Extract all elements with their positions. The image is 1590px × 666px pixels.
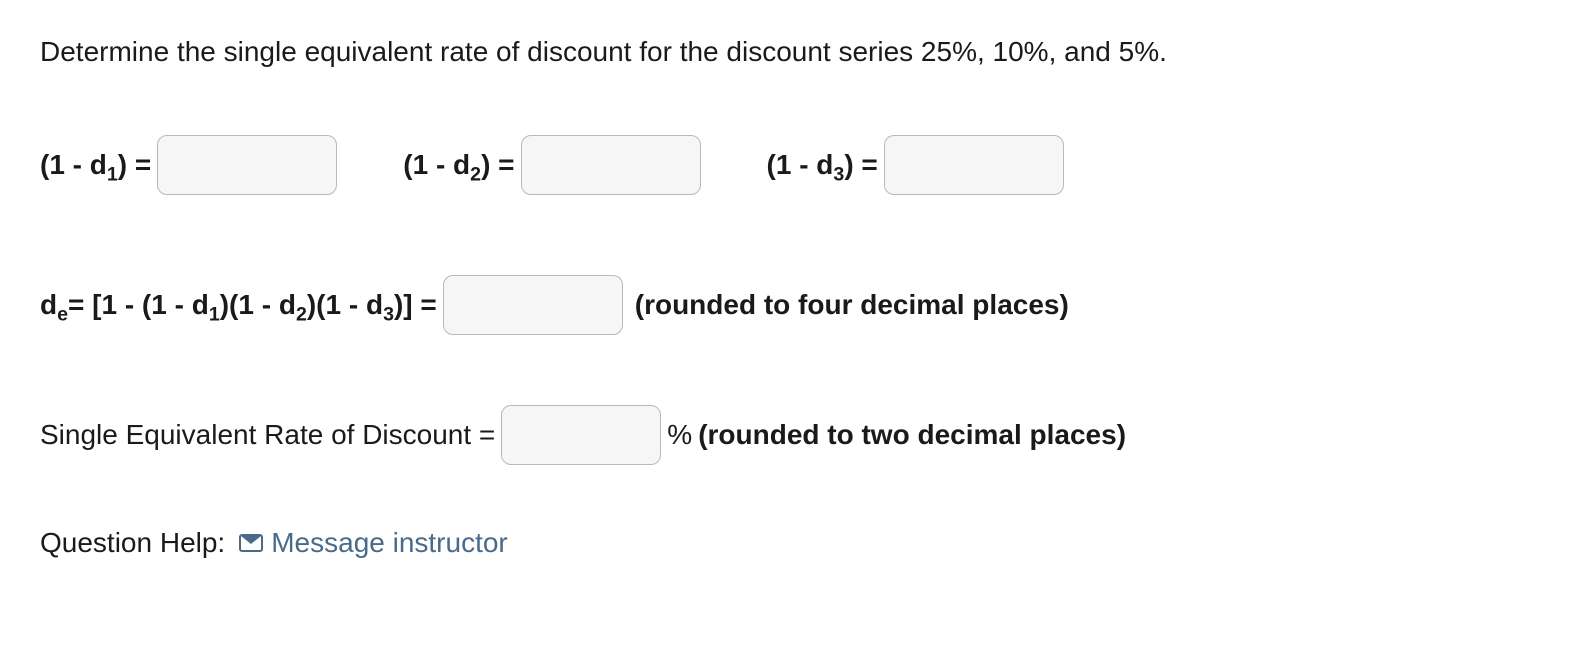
input-rate[interactable] bbox=[501, 405, 661, 465]
question-prompt: Determine the single equivalent rate of … bbox=[40, 30, 1550, 75]
row-factors: (1 - d1) = (1 - d2) = (1 - d3) = bbox=[40, 135, 1550, 195]
message-instructor-text: Message instructor bbox=[271, 527, 508, 559]
label-1-minus-d1: (1 - d1) = bbox=[40, 149, 151, 181]
percent-sign: % bbox=[667, 419, 692, 451]
row-de-formula: de= [1 - (1 - d1)(1 - d2)(1 - d3)] = (ro… bbox=[40, 275, 1550, 335]
input-de[interactable] bbox=[443, 275, 623, 335]
label-1-minus-d3: (1 - d3) = bbox=[767, 149, 878, 181]
input-d1[interactable] bbox=[157, 135, 337, 195]
question-help-label: Question Help: bbox=[40, 527, 225, 559]
label-de-formula: de= [1 - (1 - d1)(1 - d2)(1 - d3)] = bbox=[40, 289, 437, 321]
input-d2[interactable] bbox=[521, 135, 701, 195]
row-single-rate: Single Equivalent Rate of Discount = % (… bbox=[40, 405, 1550, 465]
note-two-decimals: (rounded to two decimal places) bbox=[698, 419, 1126, 451]
message-instructor-link[interactable]: Message instructor bbox=[239, 527, 508, 559]
question-help-row: Question Help: Message instructor bbox=[40, 527, 1550, 559]
label-single-rate: Single Equivalent Rate of Discount = bbox=[40, 419, 495, 451]
label-1-minus-d2: (1 - d2) = bbox=[403, 149, 514, 181]
mail-icon bbox=[239, 534, 263, 552]
input-d3[interactable] bbox=[884, 135, 1064, 195]
note-four-decimals: (rounded to four decimal places) bbox=[635, 289, 1069, 321]
